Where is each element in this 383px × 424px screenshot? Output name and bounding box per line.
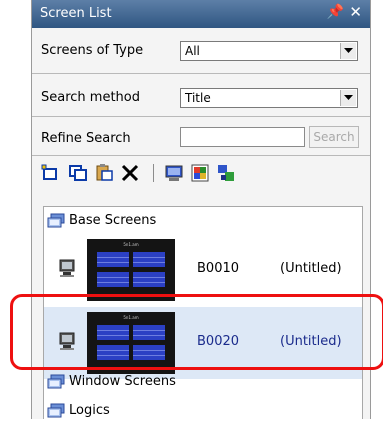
paste-screen-icon[interactable] <box>94 163 114 183</box>
delete-icon[interactable] <box>120 163 140 183</box>
refine-search-label: Refine Search <box>41 131 131 146</box>
toolbar-separator <box>153 164 154 182</box>
screen-code: B0010 <box>197 261 240 276</box>
screens-of-type-select[interactable]: All <box>180 41 358 61</box>
thumbnail-block <box>97 252 129 267</box>
panel-titlebar[interactable]: Screen List 📌 ✕ <box>32 0 370 28</box>
thumbnail-block <box>133 272 165 287</box>
tree-group-window-screens[interactable]: Window Screens <box>44 370 362 394</box>
screen-monitor-icon <box>57 258 77 282</box>
new-screen-icon[interactable] <box>40 163 60 183</box>
divider <box>32 116 370 117</box>
pin-icon[interactable]: 📌 <box>327 4 344 20</box>
screen-thumbnail: 5n1.am <box>87 239 175 301</box>
screen-toolbar <box>32 155 370 191</box>
chevron-down-icon[interactable] <box>340 90 356 106</box>
screen-layout-icon[interactable] <box>216 163 236 183</box>
screens-folder-icon <box>47 212 67 234</box>
panel-title: Screen List <box>40 6 112 21</box>
screens-folder-icon <box>47 373 67 395</box>
search-method-label: Search method <box>41 90 140 105</box>
close-icon[interactable]: ✕ <box>349 3 362 21</box>
screens-of-type-label: Screens of Type <box>41 43 144 58</box>
tree-group-logics[interactable]: Logics <box>44 399 362 423</box>
search-method-value: Title <box>185 91 211 105</box>
screen-color-icon[interactable] <box>190 163 210 183</box>
screens-folder-icon <box>47 402 67 424</box>
screen-name: (Untitled) <box>280 261 342 276</box>
thumbnail-title: 5n1.am <box>123 242 139 247</box>
tree-group-base-screens[interactable]: Base Screens <box>44 209 362 233</box>
chevron-down-icon[interactable] <box>340 43 356 59</box>
screens-of-type-value: All <box>185 44 200 58</box>
search-method-row: Search method Title <box>32 74 370 116</box>
refine-search-input[interactable] <box>180 127 305 147</box>
search-method-select[interactable]: Title <box>180 88 358 108</box>
tree-group-label: Window Screens <box>69 374 176 389</box>
tree-group-label: Logics <box>69 403 110 418</box>
search-button[interactable]: Search <box>309 126 359 148</box>
tree-group-label: Base Screens <box>69 213 157 228</box>
thumbnail-block <box>97 272 129 287</box>
thumbnail-block <box>133 252 165 267</box>
screen-properties-icon[interactable] <box>164 163 184 183</box>
highlight-callout <box>10 294 383 370</box>
screens-of-type-row: Screens of Type All <box>32 28 370 72</box>
copy-screen-icon[interactable] <box>68 163 88 183</box>
